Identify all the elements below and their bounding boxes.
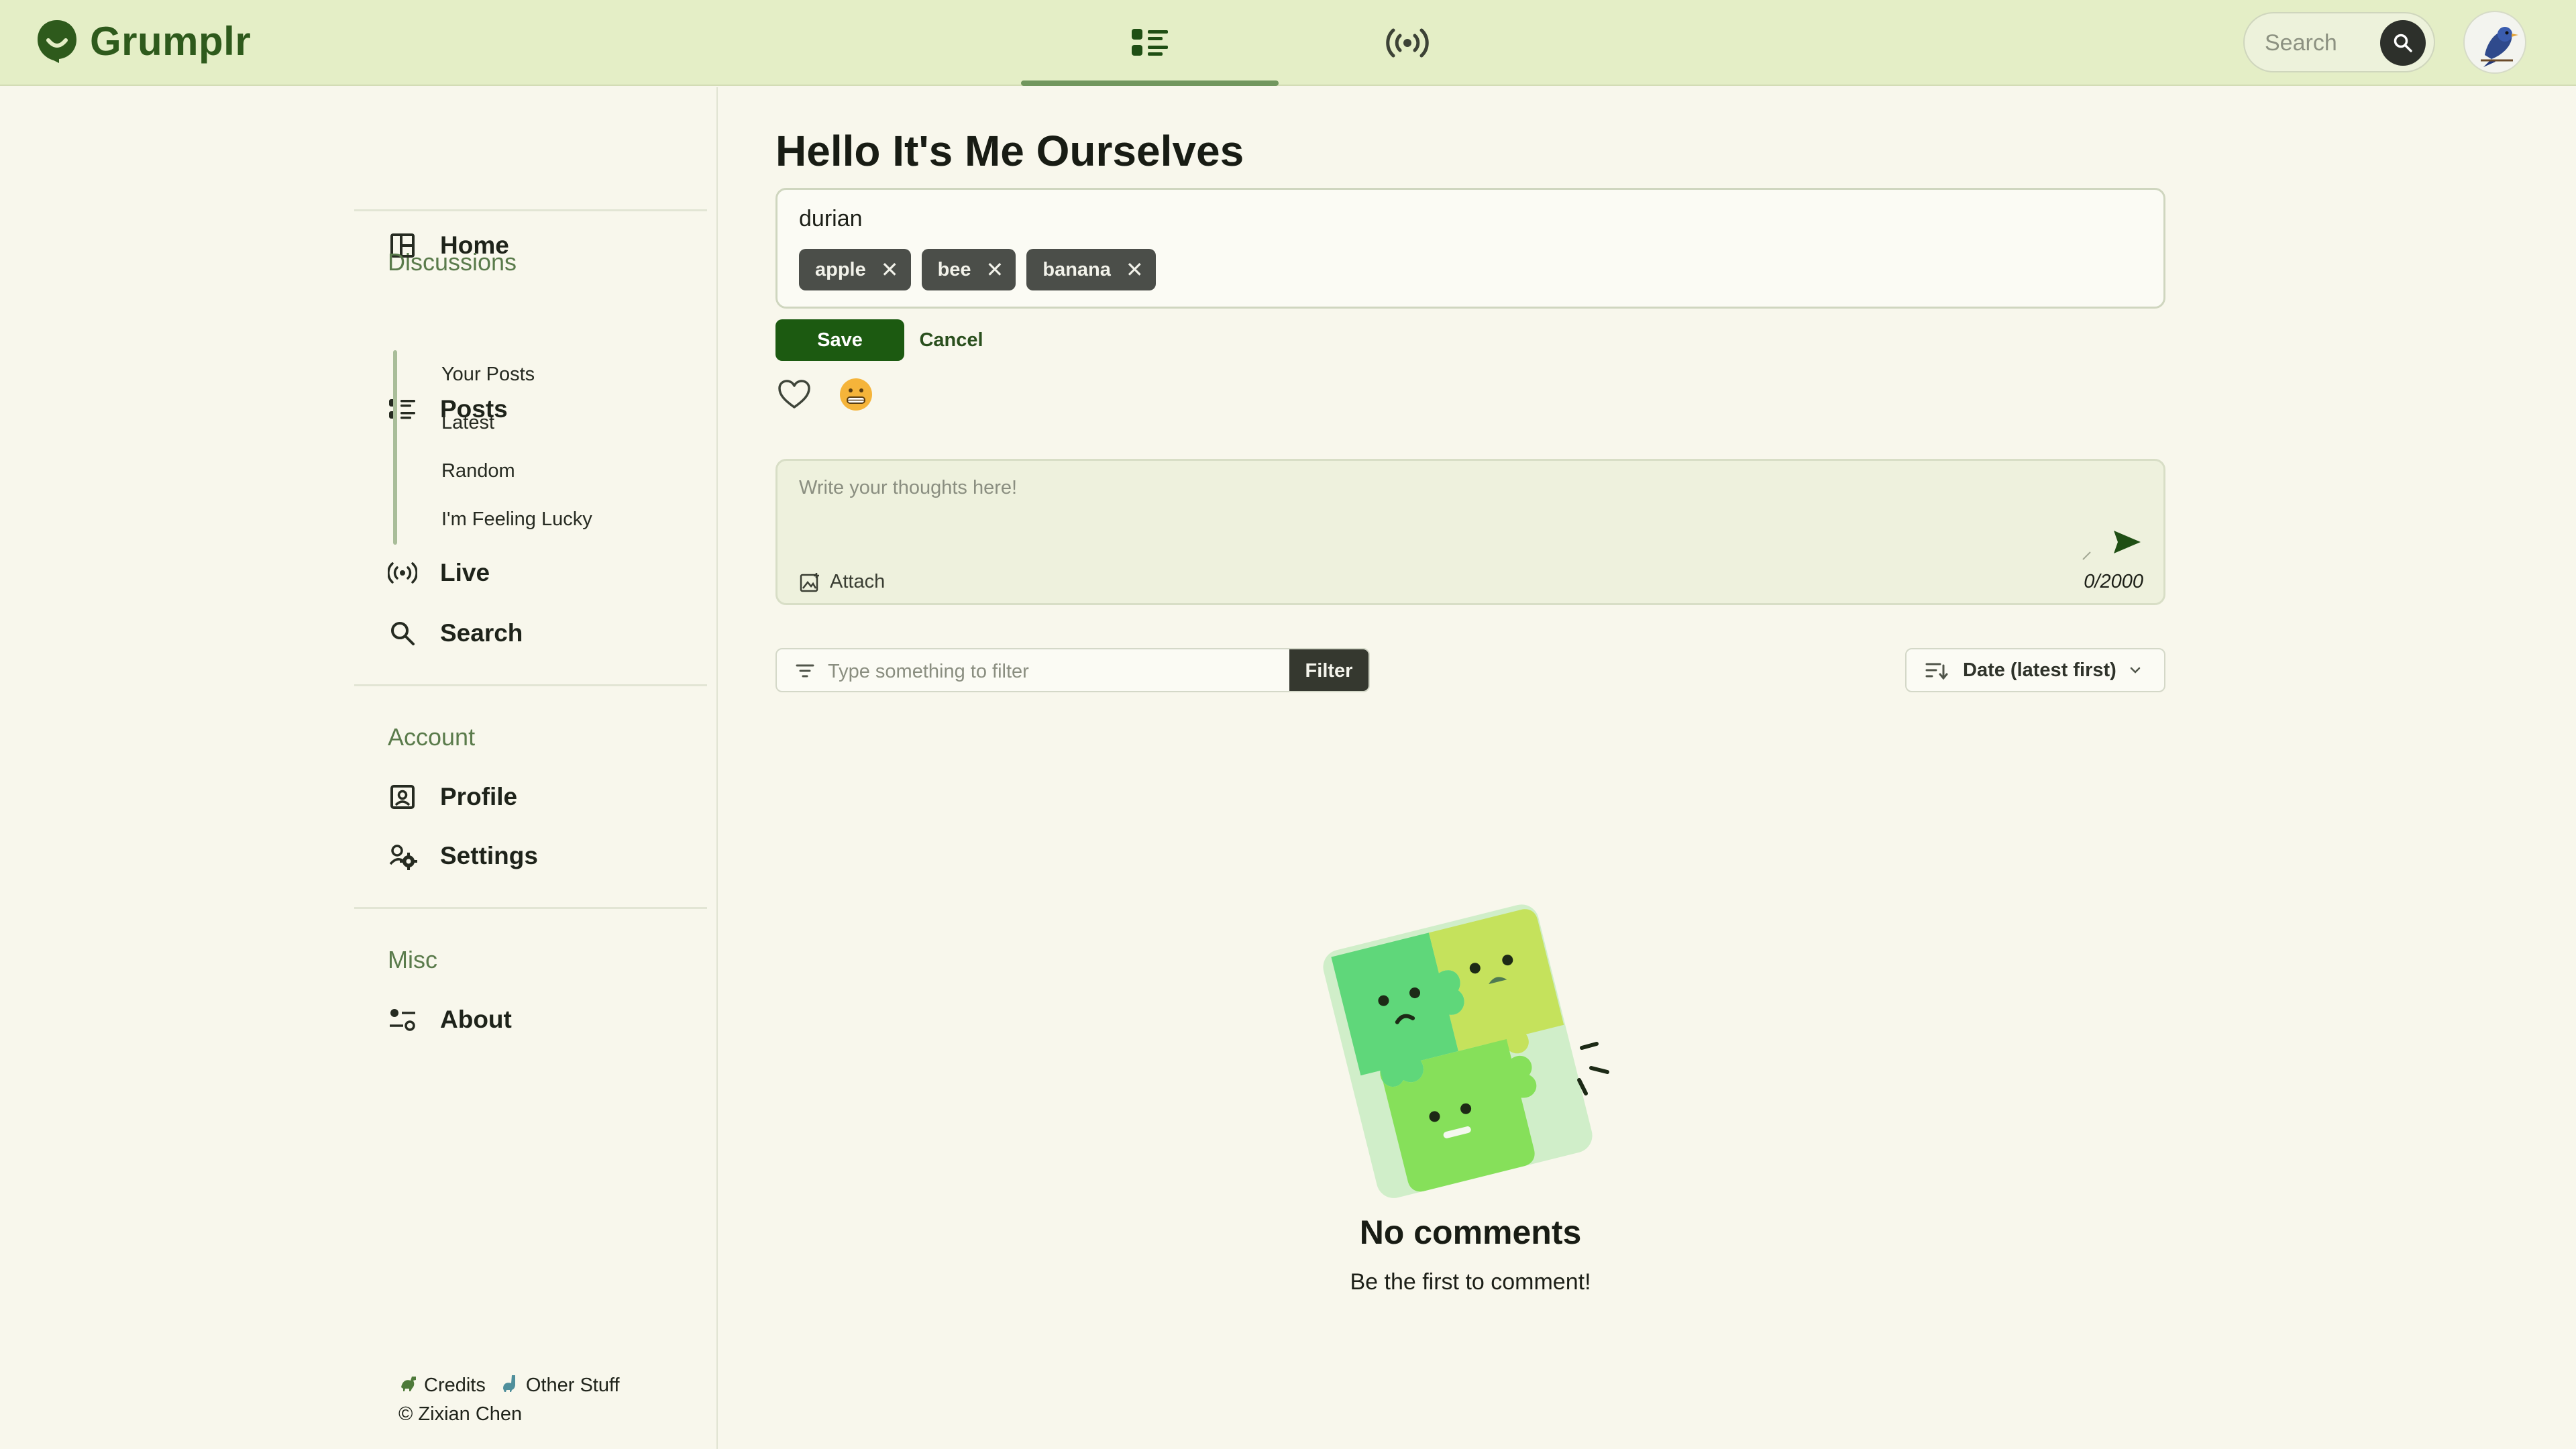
post-title: Hello It's Me Ourselves <box>775 127 1244 175</box>
live-broadcast-icon <box>1386 28 1429 58</box>
sidebar-heading-discussions: Discussions <box>388 248 517 276</box>
tag-chip: banana ✕ <box>1026 249 1156 290</box>
empty-state-title: No comments <box>1359 1214 1582 1251</box>
header-search-input[interactable] <box>2265 25 2379 60</box>
filter-input[interactable] <box>828 656 1284 687</box>
sidebar-heading-account: Account <box>388 723 476 751</box>
close-icon[interactable]: ✕ <box>986 257 1004 282</box>
tag-chip: bee ✕ <box>921 249 1016 290</box>
toggles-icon <box>386 1004 419 1036</box>
credits-link[interactable]: Credits <box>424 1375 486 1397</box>
attach-label: Attach <box>830 571 885 592</box>
post-edit-box: apple ✕ bee ✕ banana ✕ <box>775 188 2165 309</box>
sidebar: Home Discussions Posts Your Posts Latest… <box>0 87 718 1449</box>
comment-textarea[interactable] <box>799 477 2074 537</box>
char-count: 0/2000 <box>2084 571 2143 592</box>
other-stuff-link[interactable]: Other Stuff <box>526 1375 620 1397</box>
sidebar-item-label: Settings <box>440 842 538 869</box>
sort-dropdown[interactable]: Date (latest first) <box>1905 648 2165 692</box>
sidebar-subitem-your-posts[interactable]: Your Posts <box>441 364 535 386</box>
dinosaur-icon <box>398 1373 419 1398</box>
send-icon[interactable] <box>2110 525 2143 559</box>
chevron-down-icon <box>2130 667 2141 674</box>
search-icon <box>2394 34 2412 52</box>
sub-nav-rail <box>393 350 397 545</box>
copyright-text: © Zixian Chen <box>398 1403 523 1425</box>
tab-live[interactable] <box>1279 0 1536 86</box>
save-button[interactable]: Save <box>775 319 904 361</box>
tag-list: apple ✕ bee ✕ banana ✕ <box>799 249 1156 290</box>
filter-icon <box>796 664 814 678</box>
header-search-button[interactable] <box>2380 20 2426 66</box>
sidebar-footer: Credits Other Stuff © Zixian Chen <box>398 1373 629 1426</box>
top-header: Grumplr <box>0 0 2576 86</box>
close-icon[interactable]: ✕ <box>1126 257 1144 282</box>
sort-label: Date (latest first) <box>1963 659 2116 681</box>
attach-button[interactable]: Attach <box>799 571 885 593</box>
sidebar-divider <box>354 209 707 211</box>
grumplr-logo-icon <box>38 20 76 63</box>
filter-button[interactable]: Filter <box>1289 649 1368 691</box>
empty-state-subtitle: Be the first to comment! <box>1350 1269 1591 1295</box>
settings-gear-icon <box>386 840 419 872</box>
user-avatar[interactable] <box>2463 11 2526 74</box>
sidebar-item-search[interactable]: Search <box>386 613 523 653</box>
posts-list-icon <box>386 393 419 425</box>
tag-label: apple <box>815 258 866 280</box>
sidebar-item-label: About <box>440 1006 512 1033</box>
close-icon[interactable]: ✕ <box>881 257 899 282</box>
comment-composer: Attach 0/2000 <box>775 459 2165 605</box>
bird-avatar-icon <box>2481 27 2518 67</box>
dinosaur-icon <box>500 1373 521 1398</box>
comment-filter: Filter <box>775 648 1370 692</box>
sidebar-item-profile[interactable]: Profile <box>386 777 517 817</box>
sidebar-item-about[interactable]: About <box>386 1000 512 1040</box>
grimace-emoji-icon[interactable] <box>837 376 875 413</box>
posts-list-icon <box>1132 29 1168 56</box>
app-name: Grumplr <box>90 18 252 64</box>
tag-label: banana <box>1042 258 1111 280</box>
sidebar-subitem-random[interactable]: Random <box>441 460 515 482</box>
live-broadcast-icon <box>386 557 419 589</box>
resize-grip-icon[interactable] <box>2082 551 2091 560</box>
header-search <box>2243 12 2435 72</box>
sidebar-divider <box>354 684 707 686</box>
profile-card-icon <box>386 781 419 813</box>
search-icon <box>386 617 419 649</box>
cancel-button[interactable]: Cancel <box>910 319 993 361</box>
post-edit-input[interactable] <box>799 203 2074 234</box>
puzzle-illustration <box>1323 904 1609 1198</box>
sidebar-subitem-feeling-lucky[interactable]: I'm Feeling Lucky <box>441 508 592 531</box>
sidebar-item-label: Live <box>440 559 490 586</box>
sidebar-divider <box>354 907 707 909</box>
sidebar-item-settings[interactable]: Settings <box>386 836 538 876</box>
tab-posts[interactable] <box>1021 0 1279 86</box>
sidebar-item-label: Search <box>440 619 523 647</box>
sidebar-item-label: Profile <box>440 783 518 810</box>
app-logo[interactable]: Grumplr <box>35 17 251 64</box>
sort-icon <box>1925 663 1948 680</box>
heart-icon[interactable] <box>775 376 813 413</box>
image-attach-icon <box>800 572 819 592</box>
tag-label: bee <box>937 258 971 280</box>
sidebar-subitem-latest[interactable]: Latest <box>441 412 494 434</box>
tag-chip: apple ✕ <box>799 249 911 290</box>
sidebar-heading-misc: Misc <box>388 946 437 973</box>
sidebar-item-live[interactable]: Live <box>386 553 490 593</box>
